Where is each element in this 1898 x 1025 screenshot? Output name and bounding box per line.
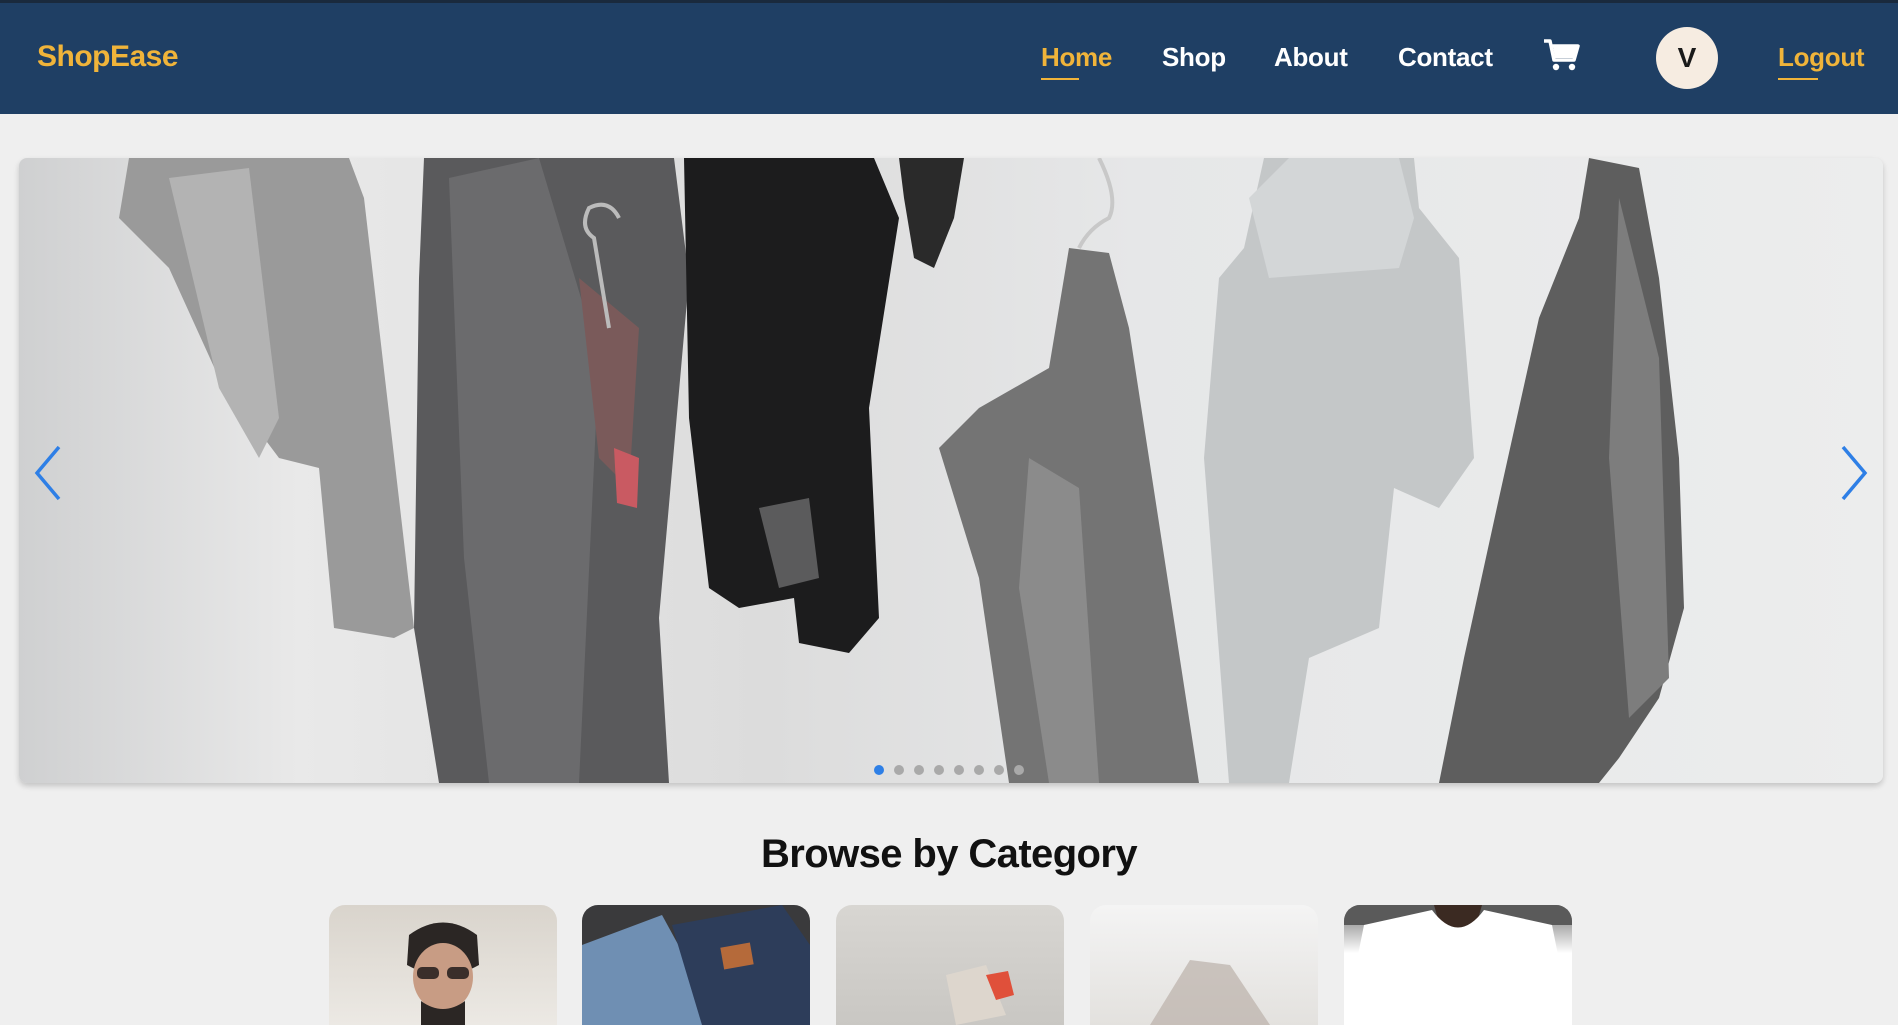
carousel-dot[interactable] [994, 765, 1004, 775]
category-image [407, 922, 479, 1025]
category-image [1344, 905, 1572, 1025]
user-avatar[interactable]: V [1656, 27, 1718, 89]
nav-link-contact[interactable]: Contact [1398, 42, 1493, 73]
category-image [582, 905, 810, 1025]
carousel-dot[interactable] [954, 765, 964, 775]
carousel-dot[interactable] [874, 765, 884, 775]
carousel-dot[interactable] [1014, 765, 1024, 775]
top-border-line [0, 0, 1898, 3]
hero-carousel [19, 158, 1883, 783]
carousel-dot[interactable] [894, 765, 904, 775]
chevron-left-icon [34, 445, 61, 501]
brand-logo[interactable]: ShopEase [37, 40, 179, 74]
hero-banner-image [119, 158, 1684, 783]
chevron-right-icon [1841, 445, 1868, 501]
category-card-accessories[interactable] [1090, 905, 1318, 1025]
section-title-browse-by-category: Browse by Category [761, 832, 1138, 876]
shopping-cart-icon[interactable] [1542, 38, 1582, 72]
category-card-tshirts[interactable] [1344, 905, 1572, 1025]
logout-link[interactable]: Logout [1778, 42, 1865, 80]
top-navbar: ShopEase Home Shop About Contact V Logou… [0, 0, 1898, 114]
carousel-dot[interactable] [914, 765, 924, 775]
carousel-dots [874, 762, 1034, 775]
nav-link-about[interactable]: About [1274, 42, 1348, 73]
nav-link-shop[interactable]: Shop [1162, 42, 1226, 73]
nav-link-home[interactable]: Home [1041, 42, 1112, 80]
carousel-prev-button[interactable] [31, 443, 65, 503]
category-card-men[interactable] [329, 905, 557, 1025]
carousel-next-button[interactable] [1837, 443, 1871, 503]
category-card-shoes[interactable] [836, 905, 1064, 1025]
carousel-dot[interactable] [934, 765, 944, 775]
category-image [1150, 960, 1270, 1025]
category-card-jeans[interactable] [582, 905, 810, 1025]
carousel-dot[interactable] [974, 765, 984, 775]
category-image [946, 965, 1014, 1025]
